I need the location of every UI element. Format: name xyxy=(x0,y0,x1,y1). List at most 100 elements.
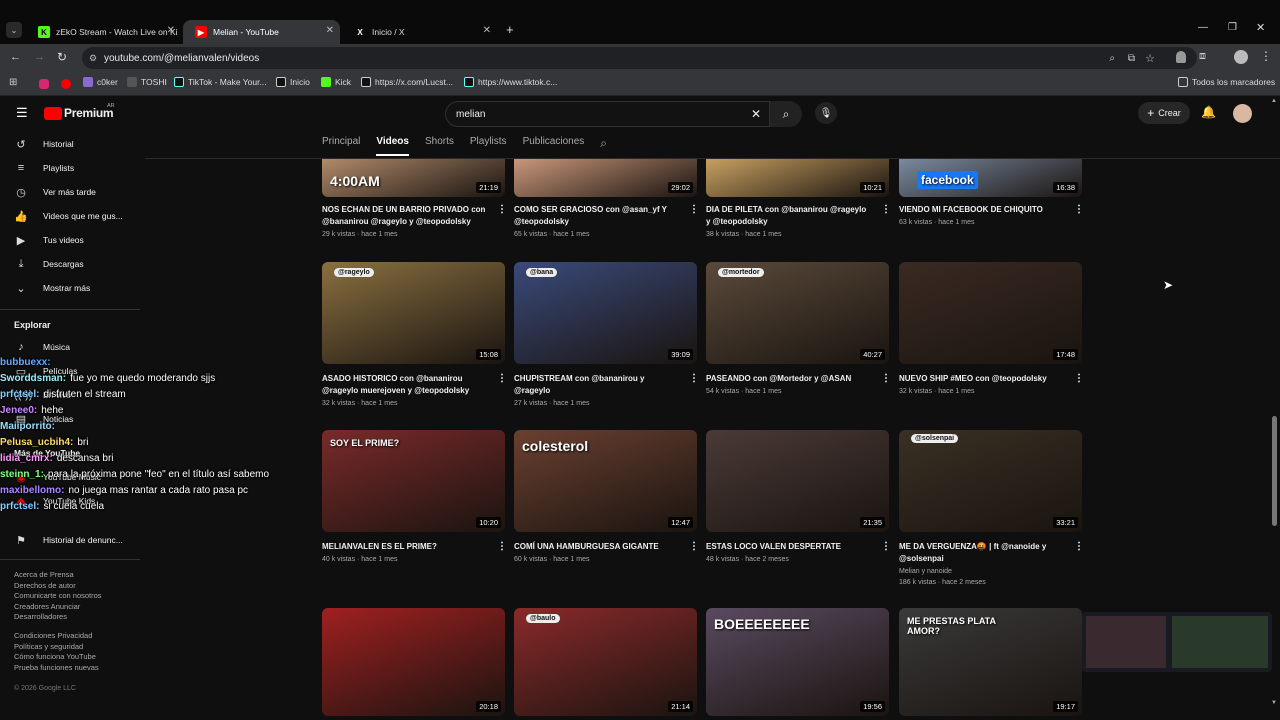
video-title[interactable]: COMO SER GRACIOSO con @asan_yf Y @teopod… xyxy=(514,204,679,227)
video-thumbnail[interactable]: 17:48 xyxy=(899,262,1082,364)
bookmark-item[interactable]: https://www.tiktok.c... xyxy=(464,77,557,87)
scrollbar-thumb[interactable] xyxy=(1272,416,1277,526)
video-thumbnail[interactable]: ME PRESTAS PLATA AMOR? 19:17 xyxy=(899,608,1082,716)
menu-kebab-icon[interactable]: ⋮ xyxy=(1260,49,1272,63)
tab-principal[interactable]: Principal xyxy=(322,136,360,156)
footer-line[interactable]: Prueba funciones nuevas xyxy=(14,663,124,674)
sidebar-item-historial[interactable]: ↺ Historial xyxy=(0,135,140,153)
channel-search-icon[interactable]: ⌕ xyxy=(600,136,607,156)
scroll-up-icon[interactable]: ▲ xyxy=(1271,98,1277,104)
video-thumbnail[interactable]: @solsenpai 33:21 xyxy=(899,430,1082,532)
video-title[interactable]: COMÍ UNA HAMBURGUESA GIGANTE xyxy=(514,541,679,553)
clear-search-icon[interactable]: ✕ xyxy=(751,107,761,121)
video-title[interactable]: ASADO HISTORICO con @bananirou @rageylo … xyxy=(322,373,487,396)
more-actions-icon[interactable]: ⋮ xyxy=(881,541,891,552)
video-thumbnail[interactable]: 29:02 xyxy=(514,159,697,197)
sidebar-item-downloads[interactable]: ⤓ Descargas xyxy=(0,255,140,273)
apps-grid-icon[interactable]: ⊞ xyxy=(9,77,17,88)
tab-search-icon[interactable]: ⌄ xyxy=(6,22,22,38)
tab-x[interactable]: X Inicio / X ✕ xyxy=(342,20,497,44)
video-thumbnail[interactable]: facebook 16:38 xyxy=(899,159,1082,197)
tab-kick[interactable]: K zEkO Stream - Watch Live on Ki ✕ xyxy=(26,20,181,44)
account-avatar[interactable] xyxy=(1233,104,1252,123)
more-actions-icon[interactable]: ⋮ xyxy=(881,204,891,215)
video-title[interactable]: DIA DE PILETA con @bananirou @rageylo y … xyxy=(706,204,871,227)
video-thumbnail[interactable]: 4:00AM 21:19 xyxy=(322,159,505,197)
search-input[interactable]: melian ✕ xyxy=(445,101,770,127)
video-title[interactable]: NOS ECHAN DE UN BARRIO PRIVADO con @bana… xyxy=(322,204,487,227)
video-title[interactable]: VIENDO MI FACEBOOK DE CHIQUITO xyxy=(899,204,1064,216)
close-tab-icon[interactable]: ✕ xyxy=(326,25,334,36)
more-actions-icon[interactable]: ⋮ xyxy=(1074,541,1084,552)
video-thumbnail[interactable]: @bana 39:09 xyxy=(514,262,697,364)
footer-line[interactable]: Cómo funciona YouTube xyxy=(14,652,124,663)
video-title[interactable]: CHUPISTREAM con @bananirou y @rageylo xyxy=(514,373,679,396)
site-info-icon[interactable]: ⚙ xyxy=(89,53,97,64)
close-window-icon[interactable]: ✕ xyxy=(1256,21,1265,34)
bookmark-item[interactable]: TikTok - Make Your... xyxy=(174,77,267,87)
hamburger-menu-icon[interactable]: ☰ xyxy=(16,105,28,121)
video-channel[interactable]: Melian y nanoide xyxy=(899,568,952,575)
bookmark-item[interactable]: https://x.com/Lucst... xyxy=(361,77,453,87)
more-actions-icon[interactable]: ⋮ xyxy=(689,373,699,384)
url-field[interactable]: ⚙ youtube.com/@melianvalen/videos ⌕ ⧉ ☆ xyxy=(82,47,1197,69)
voice-search-button[interactable]: 🎙 xyxy=(815,102,837,124)
youtube-logo-icon[interactable] xyxy=(44,107,62,120)
sidebar-item-show-more[interactable]: ⌄ Mostrar más xyxy=(0,279,140,297)
tab-publicaciones[interactable]: Publicaciones xyxy=(523,136,585,156)
footer-line[interactable]: Creadores Anunciar xyxy=(14,602,124,613)
footer-line[interactable]: Políticas y seguridad xyxy=(14,642,124,653)
video-title[interactable]: PASEANDO con @Mortedor y @ASAN xyxy=(706,373,871,385)
back-icon[interactable]: ← xyxy=(10,51,21,63)
video-thumbnail[interactable]: @mortedor 40:27 xyxy=(706,262,889,364)
tab-playlists[interactable]: Playlists xyxy=(470,136,507,156)
video-thumbnail[interactable]: 21:35 xyxy=(706,430,889,532)
footer-line[interactable]: Comunicarte con nosotros xyxy=(14,591,124,602)
tab-videos[interactable]: Videos xyxy=(376,136,409,156)
footer-line[interactable]: Condiciones Privacidad xyxy=(14,631,124,642)
restore-icon[interactable]: ❐ xyxy=(1228,22,1237,33)
video-title[interactable]: ESTAS LOCO VALEN DESPERTATE xyxy=(706,541,871,553)
scroll-down-icon[interactable]: ▼ xyxy=(1271,700,1277,706)
forward-icon[interactable]: → xyxy=(34,51,45,63)
sidebar-item-watch-later[interactable]: ◷ Ver más tarde xyxy=(0,183,140,201)
more-actions-icon[interactable]: ⋮ xyxy=(497,541,507,552)
youtube-logo-text[interactable]: Premium xyxy=(64,106,114,120)
sidebar-item-your-videos[interactable]: ▶ Tus videos xyxy=(0,231,140,249)
more-actions-icon[interactable]: ⋮ xyxy=(689,204,699,215)
bookmark-item[interactable]: TOSHI xyxy=(127,77,167,87)
sidebar-item-liked[interactable]: 👍 Videos que me gus... xyxy=(0,207,140,225)
search-button[interactable]: ⌕ xyxy=(770,101,802,127)
zoom-icon[interactable]: ⌕ xyxy=(1109,53,1115,64)
more-actions-icon[interactable]: ⋮ xyxy=(1074,373,1084,384)
more-actions-icon[interactable]: ⋮ xyxy=(497,204,507,215)
minimize-icon[interactable]: — xyxy=(1198,22,1208,33)
bookmark-item[interactable]: Kick xyxy=(321,77,351,87)
video-title[interactable]: ME DA VERGUENZA🤬 | ft @nanoide y @solsen… xyxy=(899,541,1064,564)
extension-icon[interactable] xyxy=(1176,51,1186,63)
video-thumbnail[interactable]: SOY EL PRIME? 10:20 xyxy=(322,430,505,532)
footer-line[interactable]: Derechos de autor xyxy=(14,581,124,592)
video-title[interactable]: MELIANVALEN ES EL PRIME? xyxy=(322,541,487,553)
footer-line[interactable]: Desarrolladores xyxy=(14,612,124,623)
notifications-bell-icon[interactable]: 🔔 xyxy=(1201,105,1216,119)
video-thumbnail[interactable]: 20:18 xyxy=(322,608,505,716)
bookmark-star-icon[interactable]: ☆ xyxy=(1145,52,1155,65)
close-tab-icon[interactable]: ✕ xyxy=(167,25,175,36)
close-tab-icon[interactable]: ✕ xyxy=(483,25,491,36)
video-thumbnail[interactable]: BOEEEEEEEE 19:56 xyxy=(706,608,889,716)
footer-line[interactable]: Acerca de Prensa xyxy=(14,570,124,581)
video-thumbnail[interactable]: 10:21 xyxy=(706,159,889,197)
youtube-bookmark-icon[interactable] xyxy=(61,79,71,89)
sidebar-item-report-history[interactable]: ⚑ Historial de denunc... xyxy=(0,531,140,549)
more-actions-icon[interactable]: ⋮ xyxy=(881,373,891,384)
instagram-icon[interactable] xyxy=(39,79,49,89)
all-bookmarks[interactable]: Todos los marcadores xyxy=(1178,77,1275,87)
video-thumbnail[interactable]: @baulo 21:14 xyxy=(514,608,697,716)
video-thumbnail[interactable]: @rageylo 15:08 xyxy=(322,262,505,364)
more-actions-icon[interactable]: ⋮ xyxy=(689,541,699,552)
install-icon[interactable]: ⧉ xyxy=(1128,53,1135,64)
extensions-puzzle-icon[interactable]: ⧈ xyxy=(1199,50,1206,63)
tab-shorts[interactable]: Shorts xyxy=(425,136,454,156)
bookmark-item[interactable]: Inicio xyxy=(276,77,310,87)
